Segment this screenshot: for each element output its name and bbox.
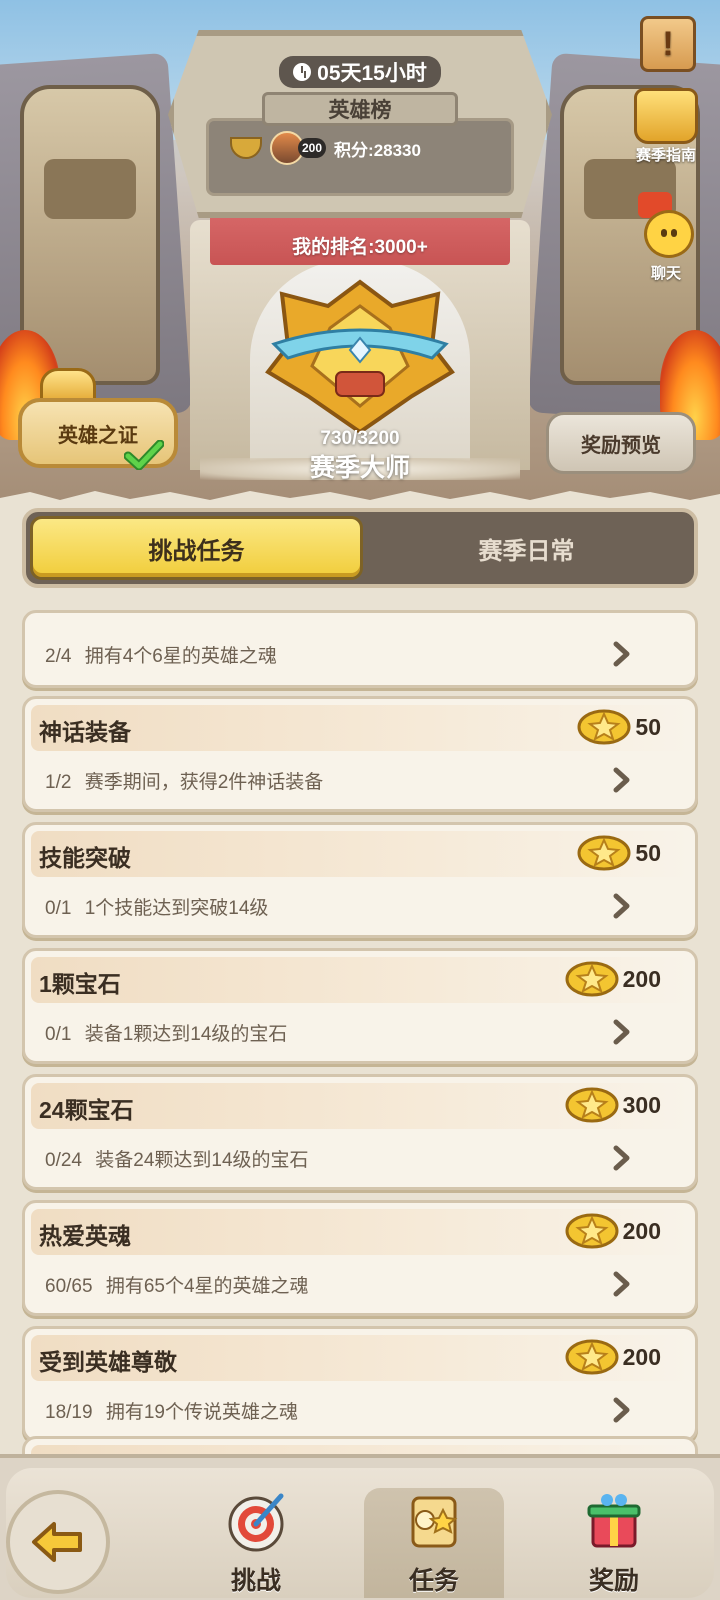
task-description: 0/1 1个技能达到突破14级 xyxy=(45,893,268,920)
task-list[interactable]: 2/4 拥有4个6星的英雄之魂 神话装备 50 1/2 赛季期间，获得2件神话装… xyxy=(0,604,720,1454)
top-player-score: 积分:28330 xyxy=(334,140,421,160)
back-button[interactable] xyxy=(6,1490,110,1594)
chevron-right-icon[interactable] xyxy=(611,1145,633,1171)
task-title: 热爱英魂 xyxy=(39,1223,131,1249)
star-coin-icon xyxy=(565,1213,619,1249)
bottom-navigation: 挑战 任务 奖励 xyxy=(0,1454,720,1600)
chat-smiley-icon xyxy=(636,192,696,262)
task-progress: 1/2 xyxy=(45,772,72,793)
treasure-chest-icon xyxy=(634,88,698,144)
chevron-right-icon[interactable] xyxy=(611,767,633,793)
reward-preview-label: 奖励预览 xyxy=(581,434,661,457)
nav-tasks[interactable]: 任务 xyxy=(364,1488,504,1598)
list-item[interactable]: 技能突破 50 0/1 1个技能达到突破14级 xyxy=(22,822,698,938)
task-tabs: 挑战任务 赛季日常 xyxy=(22,508,698,588)
gift-icon xyxy=(587,1494,641,1548)
task-reward: 50 xyxy=(577,707,661,747)
task-progress: 18/19 xyxy=(45,1402,93,1423)
task-title: 受到英雄尊敬 xyxy=(39,1349,177,1375)
list-item[interactable] xyxy=(22,1436,698,1454)
task-reward: 300 xyxy=(565,1085,661,1125)
task-requirement: 装备1颗达到14级的宝石 xyxy=(84,1024,288,1045)
task-reward: 200 xyxy=(565,1337,661,1377)
task-description: 18/19 拥有19个传说英雄之魂 xyxy=(45,1397,298,1424)
task-requirement: 1个技能达到突破14级 xyxy=(84,898,269,919)
chevron-right-icon[interactable] xyxy=(611,1019,633,1045)
star-coin-icon xyxy=(577,709,631,745)
task-requirement: 装备24颗达到14级的宝石 xyxy=(95,1150,309,1171)
chevron-right-icon[interactable] xyxy=(611,641,633,667)
list-item[interactable]: 受到英雄尊敬 200 18/19 拥有19个传说英雄之魂 xyxy=(22,1326,698,1442)
task-title: 技能突破 xyxy=(39,845,131,871)
season-rank-emblem-icon[interactable] xyxy=(262,276,458,436)
player-level-badge: 200 xyxy=(298,138,327,158)
star-coin-icon xyxy=(565,961,619,997)
check-icon xyxy=(124,440,164,470)
task-requirement: 拥有65个4星的英雄之魂 xyxy=(105,1276,309,1297)
task-description: 1/2 赛季期间，获得2件神话装备 xyxy=(45,767,323,794)
task-title: 神话装备 xyxy=(39,719,131,745)
chat-label: 聊天 xyxy=(650,265,681,282)
list-item[interactable]: 热爱英魂 200 60/65 拥有65个4星的英雄之魂 xyxy=(22,1200,698,1316)
star-coin-icon xyxy=(565,1339,619,1375)
task-requirement: 拥有19个传说英雄之魂 xyxy=(105,1402,298,1423)
reward-amount: 300 xyxy=(622,1091,661,1118)
task-title: 1颗宝石 xyxy=(39,971,121,997)
task-progress: 2/4 xyxy=(45,646,72,667)
timer-text: 05天15小时 xyxy=(317,62,427,85)
nav-challenge[interactable]: 挑战 xyxy=(186,1488,326,1598)
task-description: 2/4 拥有4个6星的英雄之魂 xyxy=(45,641,277,668)
task-progress: 0/24 xyxy=(45,1150,82,1171)
task-requirement: 赛季期间，获得2件神话装备 xyxy=(84,772,324,793)
star-coin-icon xyxy=(565,1087,619,1123)
list-item[interactable]: 24颗宝石 300 0/24 装备24颗达到14级的宝石 xyxy=(22,1074,698,1190)
top-player-row[interactable]: 200 积分:28330 xyxy=(230,128,421,168)
task-description: 0/24 装备24颗达到14级的宝石 xyxy=(45,1145,309,1172)
task-reward: 50 xyxy=(577,833,661,873)
rank-medal-icon xyxy=(230,137,262,159)
reward-amount: 50 xyxy=(635,713,661,740)
notice-button[interactable]: ! xyxy=(640,16,700,78)
task-description: 0/1 装备1颗达到14级的宝石 xyxy=(45,1019,287,1046)
target-icon xyxy=(228,1493,284,1552)
chat-button[interactable]: 聊天 xyxy=(628,192,704,283)
task-description: 60/65 拥有65个4星的英雄之魂 xyxy=(45,1271,309,1298)
list-item[interactable]: 2/4 拥有4个6星的英雄之魂 xyxy=(22,610,698,688)
nav-rewards[interactable]: 奖励 xyxy=(544,1488,684,1598)
reward-amount: 200 xyxy=(622,965,661,992)
reward-amount: 200 xyxy=(622,1343,661,1370)
list-item[interactable]: 神话装备 50 1/2 赛季期间，获得2件神话装备 xyxy=(22,696,698,812)
task-progress: 0/1 xyxy=(45,1024,72,1045)
reward-preview-button[interactable]: 奖励预览 xyxy=(546,412,696,474)
list-item[interactable]: 1颗宝石 200 0/1 装备1颗达到14级的宝石 xyxy=(22,948,698,1064)
nav-tasks-label: 任务 xyxy=(408,1567,459,1595)
chevron-right-icon[interactable] xyxy=(611,893,633,919)
tab-challenge-tasks[interactable]: 挑战任务 xyxy=(30,516,363,580)
chevron-right-icon[interactable] xyxy=(611,1271,633,1297)
task-progress: 60/65 xyxy=(45,1276,93,1297)
season-guide-button[interactable]: 赛季指南 xyxy=(628,88,704,165)
task-requirement: 拥有4个6星的英雄之魂 xyxy=(84,646,277,667)
season-timer: 05天15小时 xyxy=(279,56,441,88)
clock-icon xyxy=(293,63,312,81)
reward-amount: 50 xyxy=(635,839,661,866)
task-reward: 200 xyxy=(565,1211,661,1251)
tab-season-daily[interactable]: 赛季日常 xyxy=(363,516,690,580)
nav-rewards-label: 奖励 xyxy=(588,1567,639,1595)
reward-amount: 200 xyxy=(622,1217,661,1244)
task-progress: 0/1 xyxy=(45,898,72,919)
leaderboard-title[interactable]: 英雄榜 xyxy=(262,92,458,126)
season-guide-label: 赛季指南 xyxy=(635,147,696,164)
quest-scroll-icon xyxy=(411,1496,458,1548)
notice-scroll-icon: ! xyxy=(640,16,696,72)
task-title: 24颗宝石 xyxy=(39,1097,134,1123)
my-rank-text: 我的排名:3000+ xyxy=(292,237,428,258)
back-arrow-icon xyxy=(32,1522,82,1562)
torn-paper-divider xyxy=(0,491,720,510)
task-reward: 200 xyxy=(565,959,661,999)
nav-challenge-label: 挑战 xyxy=(230,1567,281,1595)
chevron-right-icon[interactable] xyxy=(611,1397,633,1423)
star-coin-icon xyxy=(577,835,631,871)
